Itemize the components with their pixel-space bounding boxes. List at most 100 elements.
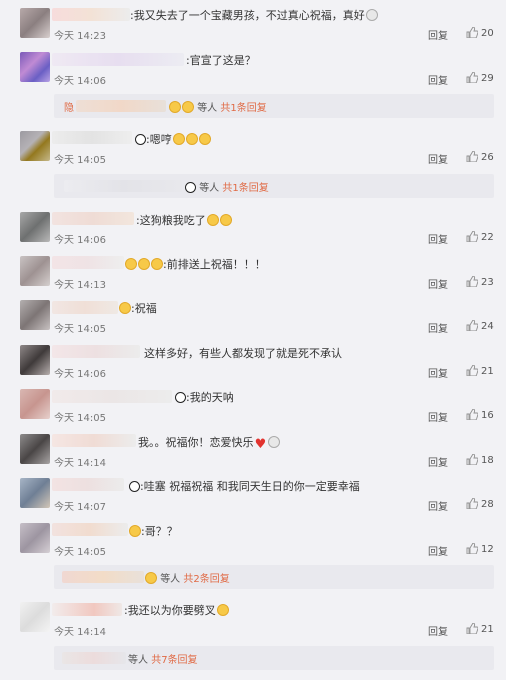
emoji-icon — [169, 101, 181, 113]
avatar[interactable] — [20, 300, 50, 330]
username-blurred[interactable] — [52, 301, 118, 314]
username-blurred[interactable] — [52, 345, 140, 358]
subreply-summary[interactable]: 隐 等人 共1条回复 — [54, 94, 494, 118]
username-blurred[interactable] — [52, 53, 184, 66]
avatar[interactable] — [20, 131, 50, 161]
thumbs-up-icon — [466, 319, 479, 332]
like-count: 18 — [481, 455, 494, 466]
emoji-icon — [216, 604, 229, 616]
subreply-text: 等人 共2条回复 — [144, 570, 230, 585]
like-count: 16 — [481, 410, 494, 421]
reply-button[interactable]: 回复 — [428, 320, 448, 335]
avatar[interactable] — [20, 212, 50, 242]
username-blurred[interactable] — [52, 212, 134, 225]
comment-text: 这样多好，有些人都发现了就是死不承认 — [144, 347, 342, 360]
usernames-blurred — [62, 571, 144, 583]
comment-time: 今天 14:23 — [54, 31, 106, 42]
usernames-blurred — [76, 100, 166, 112]
avatar[interactable] — [20, 52, 50, 82]
comment-time: 今天 14:05 — [54, 547, 106, 558]
reply-button[interactable]: 回复 — [428, 365, 448, 380]
avatar[interactable] — [20, 389, 50, 419]
subreply-summary[interactable]: 等人 共2条回复 — [54, 565, 494, 589]
like-button[interactable]: 22 — [466, 230, 494, 243]
reply-count-link[interactable]: 共2条回复 — [183, 574, 229, 585]
like-count: 12 — [481, 544, 494, 555]
emoji-icon — [129, 525, 141, 537]
thumbs-up-icon — [466, 230, 479, 243]
comment-text: :前排送上祝福！！！ — [124, 256, 266, 272]
panda-emoji-icon — [129, 481, 140, 492]
avatar[interactable] — [20, 345, 50, 375]
username-blurred[interactable] — [52, 256, 124, 269]
reply-button[interactable]: 回复 — [428, 151, 448, 166]
username-blurred[interactable] — [52, 390, 172, 403]
reply-button[interactable]: 回复 — [428, 72, 448, 87]
thumbs-up-icon — [466, 497, 479, 510]
avatar[interactable] — [20, 8, 50, 38]
like-count: 23 — [481, 277, 494, 288]
comment-text: :我又失去了一个宝藏男孩，不过真心祝福，真好 — [130, 7, 378, 23]
reply-button[interactable]: 回复 — [428, 409, 448, 424]
username-blurred[interactable] — [52, 434, 136, 447]
like-button[interactable]: 21 — [466, 364, 494, 377]
reply-count-link[interactable]: 共1条回复 — [220, 103, 266, 114]
subreply-summary[interactable]: 等人 共7条回复 — [54, 646, 494, 670]
comment-time: 今天 14:05 — [54, 413, 106, 424]
comment-time: 今天 14:13 — [54, 280, 106, 291]
username-blurred[interactable] — [52, 8, 130, 21]
reply-button[interactable]: 回复 — [428, 543, 448, 558]
like-button[interactable]: 29 — [466, 71, 494, 84]
like-button[interactable]: 28 — [466, 497, 494, 510]
reply-count-link[interactable]: 共7条回复 — [151, 655, 197, 666]
comment-text: :哥？？ — [128, 523, 178, 539]
like-button[interactable]: 26 — [466, 150, 494, 163]
subreply-text: 等人 共1条回复 — [184, 179, 269, 194]
thumbs-up-icon — [466, 453, 479, 466]
username-blurred[interactable] — [52, 478, 124, 491]
like-button[interactable]: 16 — [466, 408, 494, 421]
subreply-summary[interactable]: 等人 共1条回复 — [54, 174, 494, 198]
emoji-icon — [219, 214, 232, 226]
like-count: 22 — [481, 232, 494, 243]
reply-button[interactable]: 回复 — [428, 27, 448, 42]
avatar[interactable] — [20, 523, 50, 553]
reply-button[interactable]: 回复 — [428, 231, 448, 246]
avatar[interactable] — [20, 602, 50, 632]
username-blurred[interactable] — [52, 523, 128, 536]
like-button[interactable]: 18 — [466, 453, 494, 466]
comment-text: 我。。祝福你！恋爱快乐♥ — [138, 434, 280, 451]
comment-time: 今天 14:14 — [54, 458, 106, 469]
heart-icon: ♥ — [254, 437, 267, 452]
comment-time: 今天 14:14 — [54, 627, 106, 638]
username-blurred[interactable] — [52, 131, 132, 144]
panda-emoji-icon — [135, 134, 146, 145]
comment-list: :我又失去了一个宝藏男孩，不过真心祝福，真好 今天 14:23 回复 20 :官… — [0, 0, 506, 680]
reply-count-link[interactable]: 共1条回复 — [222, 183, 268, 194]
emoji-icon — [145, 572, 157, 584]
avatar[interactable] — [20, 478, 50, 508]
like-button[interactable]: 24 — [466, 319, 494, 332]
like-button[interactable]: 23 — [466, 275, 494, 288]
like-button[interactable]: 21 — [466, 622, 494, 635]
emoji-icon — [206, 214, 219, 226]
emoji-icon — [125, 258, 137, 270]
comment-text: :我的天呐 — [174, 389, 234, 405]
like-count: 20 — [481, 28, 494, 39]
username-blurred[interactable] — [52, 603, 122, 616]
reply-button[interactable]: 回复 — [428, 498, 448, 513]
reply-button[interactable]: 回复 — [428, 454, 448, 469]
emoji-icon — [365, 9, 378, 21]
thumbs-up-icon — [466, 71, 479, 84]
avatar[interactable] — [20, 434, 50, 464]
reply-button[interactable]: 回复 — [428, 623, 448, 638]
reply-button[interactable]: 回复 — [428, 276, 448, 291]
comment-time: 今天 14:06 — [54, 76, 106, 87]
emoji-icon — [172, 133, 185, 145]
like-button[interactable]: 12 — [466, 542, 494, 555]
like-count: 28 — [481, 499, 494, 510]
subreply-lead: 隐 — [64, 103, 74, 114]
avatar[interactable] — [20, 256, 50, 286]
like-button[interactable]: 20 — [466, 26, 494, 39]
emoji-icon — [151, 258, 163, 270]
